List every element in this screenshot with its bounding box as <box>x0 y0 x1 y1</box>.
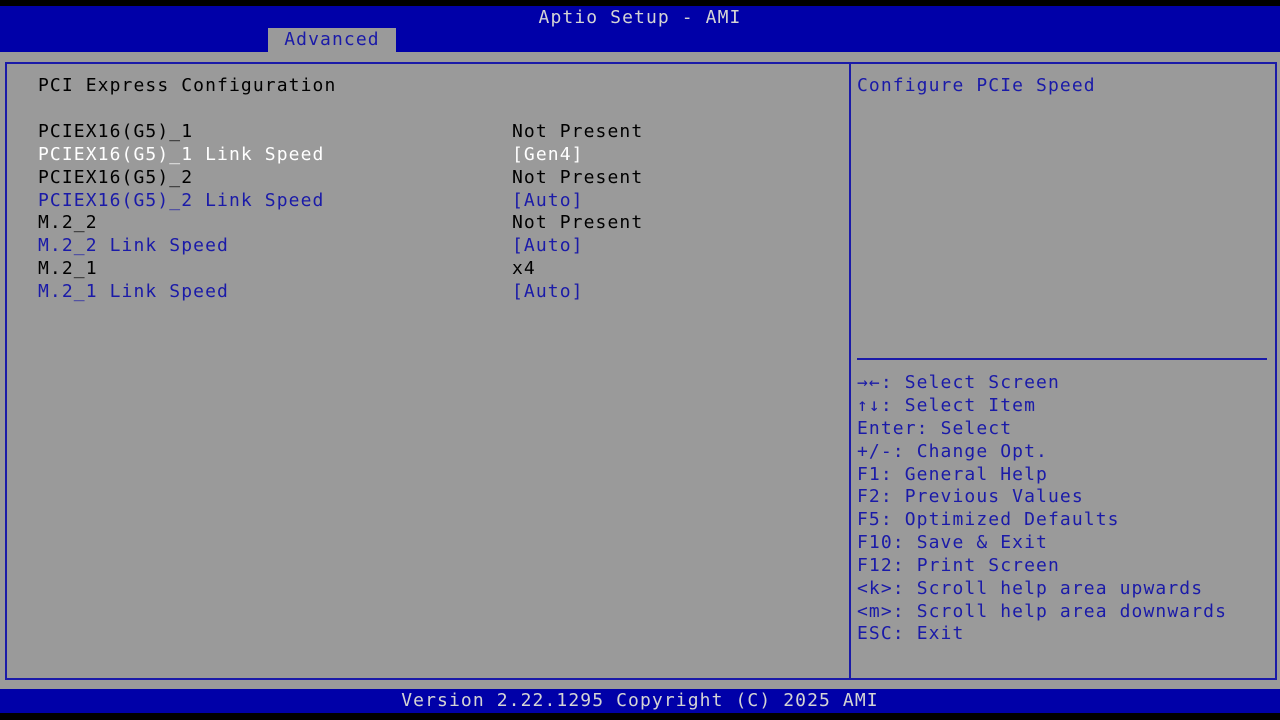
key-hint-select-screen: →←: Select Screen <box>857 371 1060 394</box>
key-hint-general-help: F1: General Help <box>857 463 1048 486</box>
pcie-slot2-label: PCIEX16(G5)_2 <box>38 167 194 188</box>
key-hint-key: F1: <box>857 464 893 485</box>
m2-1-status-row: M.2_1 x4 <box>38 257 838 280</box>
pcie-slot2-link-speed-label[interactable]: PCIEX16(G5)_2 Link Speed <box>38 189 325 212</box>
pcie-slot1-label: PCIEX16(G5)_1 <box>38 121 194 142</box>
m2-1-link-speed-value[interactable]: [Auto] <box>512 280 584 303</box>
key-hint-key: F2: <box>857 486 893 507</box>
m2-2-label: M.2_2 <box>38 212 98 233</box>
app-title: Aptio Setup - AMI <box>538 7 742 28</box>
key-hint-action: Save & Exit <box>916 532 1048 553</box>
section-title: PCI Express Configuration <box>38 75 337 96</box>
pcie-slot2-link-speed-row[interactable]: PCIEX16(G5)_2 Link Speed [Auto] <box>38 189 838 212</box>
key-hint-select-item: ↑↓: Select Item <box>857 394 1036 417</box>
tab-advanced[interactable]: Advanced <box>268 28 396 52</box>
key-hint-action: Exit <box>916 623 965 644</box>
key-hint-key: ESC: <box>857 623 905 644</box>
m2-2-status-row: M.2_2 Not Present <box>38 211 838 234</box>
key-hint-save-exit: F10: Save & Exit <box>857 531 1048 554</box>
m2-2-link-speed-row[interactable]: M.2_2 Link Speed [Auto] <box>38 234 838 257</box>
pcie-slot1-link-speed-value[interactable]: [Gen4] <box>512 143 584 166</box>
key-hint-action: Print Screen <box>916 555 1060 576</box>
pcie-slot1-link-speed-row[interactable]: PCIEX16(G5)_1 Link Speed [Gen4] <box>38 143 838 166</box>
key-hint-key: <m>: <box>857 601 905 622</box>
m2-2-link-speed-label[interactable]: M.2_2 Link Speed <box>38 234 229 257</box>
pcie-slot1-value: Not Present <box>512 121 644 142</box>
left-right-arrows-icon: →←: <box>857 372 893 393</box>
pcie-slot2-value: Not Present <box>512 167 644 188</box>
version-footer: Version 2.22.1295 Copyright (C) 2025 AMI <box>0 689 1280 713</box>
key-hint-scroll-down: <m>: Scroll help area downwards <box>857 600 1227 623</box>
m2-1-link-speed-label[interactable]: M.2_1 Link Speed <box>38 280 229 303</box>
pcie-slot1-status-row: PCIEX16(G5)_1 Not Present <box>38 120 838 143</box>
key-hint-action: Select <box>940 418 1013 439</box>
key-hint-enter: Enter: Select <box>857 417 1012 440</box>
help-panel: Configure PCIe Speed →←: Select Screen ↑… <box>849 62 1277 680</box>
key-hint-key: <k>: <box>857 578 905 599</box>
m2-1-label: M.2_1 <box>38 258 98 279</box>
key-hint-scroll-up: <k>: Scroll help area upwards <box>857 577 1203 600</box>
key-hint-key: F10: <box>857 532 905 553</box>
help-divider <box>857 358 1267 360</box>
title-bar: Aptio Setup - AMI Advanced <box>0 6 1280 52</box>
pcie-slot1-link-speed-label[interactable]: PCIEX16(G5)_1 Link Speed <box>38 143 325 166</box>
up-down-arrows-icon: ↑↓: <box>857 395 893 416</box>
key-hint-action: Select Screen <box>904 372 1060 393</box>
key-hint-action: Scroll help area upwards <box>916 578 1204 599</box>
key-hint-key: Enter: <box>857 418 929 439</box>
key-hint-action: General Help <box>904 464 1048 485</box>
setup-frame: PCI Express Configuration PCIEX16(G5)_1 … <box>0 52 1280 689</box>
pcie-slot2-link-speed-value[interactable]: [Auto] <box>512 189 584 212</box>
key-hint-key: F12: <box>857 555 905 576</box>
key-hint-key: F5: <box>857 509 893 530</box>
key-hint-exit: ESC: Exit <box>857 622 964 645</box>
key-hint-optimized-defaults: F5: Optimized Defaults <box>857 508 1120 531</box>
key-hint-action: Change Opt. <box>916 441 1048 462</box>
m2-1-link-speed-row[interactable]: M.2_1 Link Speed [Auto] <box>38 280 838 303</box>
key-hint-print-screen: F12: Print Screen <box>857 554 1060 577</box>
m2-2-value: Not Present <box>512 212 644 233</box>
m2-2-link-speed-value[interactable]: [Auto] <box>512 234 584 257</box>
key-hint-previous-values: F2: Previous Values <box>857 485 1084 508</box>
help-description: Configure PCIe Speed <box>857 75 1096 96</box>
key-hint-action: Previous Values <box>904 486 1084 507</box>
key-hint-action: Scroll help area downwards <box>916 601 1228 622</box>
key-hint-action: Optimized Defaults <box>904 509 1120 530</box>
m2-1-value: x4 <box>512 258 536 279</box>
key-hint-key: +/-: <box>857 441 905 462</box>
key-hint-action: Select Item <box>904 395 1037 416</box>
pcie-slot2-status-row: PCIEX16(G5)_2 Not Present <box>38 166 838 189</box>
key-hint-change-opt: +/-: Change Opt. <box>857 440 1048 463</box>
settings-panel: PCI Express Configuration PCIEX16(G5)_1 … <box>5 62 851 680</box>
